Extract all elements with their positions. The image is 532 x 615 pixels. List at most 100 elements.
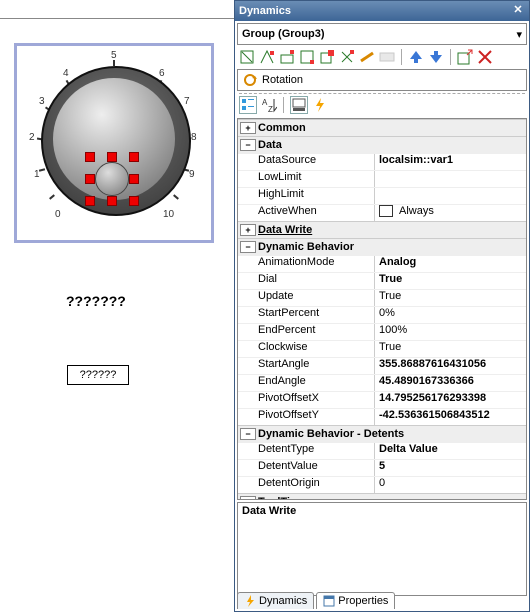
prop-value[interactable]: localsim::var1 bbox=[375, 154, 526, 170]
anim-tool-icon[interactable] bbox=[279, 49, 295, 65]
tab-properties[interactable]: Properties bbox=[316, 592, 395, 609]
lightning-icon[interactable] bbox=[312, 97, 328, 113]
tick bbox=[49, 194, 55, 199]
prop-value[interactable]: 0 bbox=[375, 477, 526, 493]
prop-row[interactable]: UpdateTrue bbox=[238, 289, 526, 306]
prop-key: LowLimit bbox=[238, 171, 375, 187]
property-grid[interactable]: +Common −Data DataSourcelocalsim::var1 L… bbox=[237, 118, 527, 500]
animation-row-selected[interactable]: Rotation bbox=[237, 69, 527, 91]
anim-tool-icon[interactable] bbox=[319, 49, 335, 65]
prop-value-text: Always bbox=[399, 205, 434, 217]
selection-handle[interactable] bbox=[85, 174, 95, 184]
selection-handle[interactable] bbox=[129, 152, 139, 162]
prop-key: EndPercent bbox=[238, 324, 375, 340]
collapse-icon[interactable]: − bbox=[240, 428, 256, 440]
selection-handle[interactable] bbox=[85, 196, 95, 206]
alphabetical-icon[interactable]: AZ bbox=[261, 97, 277, 113]
panel-title-bar[interactable]: Dynamics ✕ bbox=[235, 1, 529, 21]
dynamics-toolbar bbox=[235, 47, 529, 67]
prop-value[interactable]: 0% bbox=[375, 307, 526, 323]
category-detents[interactable]: −Dynamic Behavior - Detents bbox=[238, 425, 526, 442]
prop-value[interactable]: 5 bbox=[375, 460, 526, 476]
prop-value[interactable]: 355.86887616431056 bbox=[375, 358, 526, 374]
prop-value[interactable]: True bbox=[375, 290, 526, 306]
selection-handle[interactable] bbox=[107, 152, 117, 162]
category-common[interactable]: +Common bbox=[238, 119, 526, 136]
anim-tool-icon[interactable] bbox=[359, 49, 375, 65]
anim-tool-icon[interactable] bbox=[339, 49, 355, 65]
prop-value[interactable]: True bbox=[375, 341, 526, 357]
prop-value[interactable]: 45.4890167336366 bbox=[375, 375, 526, 391]
prop-value[interactable]: 14.795256176293398 bbox=[375, 392, 526, 408]
expand-icon[interactable]: + bbox=[240, 122, 256, 134]
collapse-icon[interactable]: − bbox=[240, 139, 256, 151]
delete-icon[interactable] bbox=[477, 49, 493, 65]
category-dynamic-behavior[interactable]: −Dynamic Behavior bbox=[238, 238, 526, 255]
prop-row[interactable]: PivotOffsetX14.795256176293398 bbox=[238, 391, 526, 408]
category-data[interactable]: −Data bbox=[238, 136, 526, 153]
tick-label: 1 bbox=[34, 169, 40, 180]
prop-key: EndAngle bbox=[238, 375, 375, 391]
prop-row[interactable]: PivotOffsetY-42.536361506843512 bbox=[238, 408, 526, 425]
category-data-write[interactable]: +Data Write bbox=[238, 221, 526, 238]
dial-knob[interactable] bbox=[95, 162, 129, 196]
arrow-down-icon[interactable] bbox=[428, 49, 444, 65]
expand-icon[interactable]: + bbox=[240, 496, 256, 500]
prop-row[interactable]: DetentTypeDelta Value bbox=[238, 442, 526, 459]
prop-row[interactable]: DetentOrigin0 bbox=[238, 476, 526, 493]
prop-row[interactable]: DetentValue5 bbox=[238, 459, 526, 476]
dial-face: 0 1 2 3 4 5 6 7 8 9 10 bbox=[31, 56, 197, 222]
anim-tool-icon[interactable] bbox=[299, 49, 315, 65]
prop-row[interactable]: AnimationModeAnalog bbox=[238, 255, 526, 272]
selection-handle[interactable] bbox=[85, 152, 95, 162]
prop-row[interactable]: LowLimit bbox=[238, 170, 526, 187]
anim-tool-icon[interactable] bbox=[379, 49, 395, 65]
prop-value[interactable]: Always bbox=[375, 205, 526, 221]
prop-value[interactable]: True bbox=[375, 273, 526, 289]
prop-row[interactable]: DialTrue bbox=[238, 272, 526, 289]
export-icon[interactable] bbox=[457, 49, 473, 65]
prop-value[interactable]: 100% bbox=[375, 324, 526, 340]
category-label: Dynamic Behavior bbox=[258, 241, 354, 253]
object-selector-label: Group (Group3) bbox=[242, 28, 325, 40]
prop-key: Update bbox=[238, 290, 375, 306]
tick-label: 8 bbox=[191, 132, 197, 143]
category-label: Data Write bbox=[258, 224, 312, 236]
anim-tool-icon[interactable] bbox=[259, 49, 275, 65]
prop-row[interactable]: EndAngle45.4890167336366 bbox=[238, 374, 526, 391]
expand-icon[interactable]: + bbox=[240, 224, 256, 236]
prop-row[interactable]: StartAngle355.86887616431056 bbox=[238, 357, 526, 374]
prop-value[interactable]: Analog bbox=[375, 256, 526, 272]
prop-row[interactable]: ActiveWhenAlways bbox=[238, 204, 526, 221]
arrow-up-icon[interactable] bbox=[408, 49, 424, 65]
collapse-icon[interactable]: − bbox=[240, 241, 256, 253]
dial-widget[interactable]: 0 1 2 3 4 5 6 7 8 9 10 bbox=[14, 43, 214, 243]
prop-value[interactable]: -42.536361506843512 bbox=[375, 409, 526, 425]
prop-key: StartPercent bbox=[238, 307, 375, 323]
prop-row[interactable]: DataSourcelocalsim::var1 bbox=[238, 153, 526, 170]
prop-row[interactable]: HighLimit bbox=[238, 187, 526, 204]
selection-handle[interactable] bbox=[107, 196, 117, 206]
prop-row[interactable]: ClockwiseTrue bbox=[238, 340, 526, 357]
prop-value[interactable] bbox=[375, 171, 526, 187]
selection-handle[interactable] bbox=[129, 174, 139, 184]
placeholder-box[interactable]: ?????? bbox=[67, 365, 129, 385]
categorized-icon[interactable] bbox=[239, 96, 257, 114]
prop-key: DetentType bbox=[238, 443, 375, 459]
description-pane-icon[interactable] bbox=[290, 96, 308, 114]
prop-key: DetentValue bbox=[238, 460, 375, 476]
tab-dynamics[interactable]: Dynamics bbox=[237, 592, 314, 609]
prop-value[interactable]: Delta Value bbox=[375, 443, 526, 459]
checkbox-icon[interactable] bbox=[379, 205, 393, 217]
tick-label: 6 bbox=[159, 68, 165, 79]
object-selector[interactable]: Group (Group3) ▾ bbox=[237, 23, 527, 45]
prop-row[interactable]: EndPercent100% bbox=[238, 323, 526, 340]
prop-key: Dial bbox=[238, 273, 375, 289]
prop-row[interactable]: StartPercent0% bbox=[238, 306, 526, 323]
category-label: Data bbox=[258, 139, 282, 151]
selection-handle[interactable] bbox=[129, 196, 139, 206]
close-icon[interactable]: ✕ bbox=[511, 4, 525, 18]
category-tooltip[interactable]: +ToolTip bbox=[238, 493, 526, 500]
anim-tool-icon[interactable] bbox=[239, 49, 255, 65]
prop-value[interactable] bbox=[375, 188, 526, 204]
